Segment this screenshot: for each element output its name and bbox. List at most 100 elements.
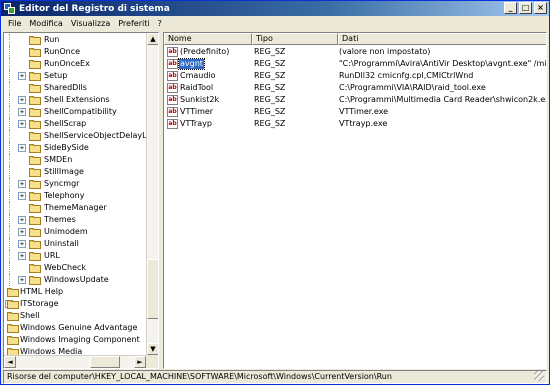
tree-horizontal-scroll-thumb[interactable]: [90, 356, 120, 368]
scroll-left-arrow-icon[interactable]: ◄: [4, 356, 16, 368]
tree-item[interactable]: ShellServiceObjectDelayLoad: [4, 130, 146, 142]
tree-item-label: ShellServiceObjectDelayLoad: [44, 131, 146, 140]
menu-visualizza[interactable]: Visualizza: [67, 19, 114, 28]
value-row[interactable]: ab VTTimer REG_SZ VTTimer.exe: [164, 106, 546, 118]
folder-icon: [7, 312, 19, 321]
menu-help[interactable]: ?: [154, 19, 166, 28]
expand-plus-icon[interactable]: +: [18, 108, 26, 116]
tree-guide-line: [9, 202, 10, 214]
tree-item[interactable]: Windows Media: [4, 346, 146, 355]
tree-item[interactable]: StillImage: [4, 166, 146, 178]
expand-plus-icon[interactable]: +: [18, 228, 26, 236]
maximize-button[interactable]: □: [519, 2, 532, 14]
value-row[interactable]: ab avgnt REG_SZ "C:\Programmi\Avira\AntiVir…: [164, 58, 546, 70]
tree-item[interactable]: + Syncmgr: [4, 178, 146, 190]
minimize-button[interactable]: _: [504, 2, 517, 14]
scroll-right-arrow-icon[interactable]: ►: [134, 356, 146, 368]
value-name[interactable]: VTTrayp: [179, 119, 213, 129]
tree-item[interactable]: RunOnceEx: [4, 58, 146, 70]
value-name[interactable]: VTTimer: [179, 107, 214, 117]
scroll-up-arrow-icon[interactable]: ▲: [147, 33, 158, 45]
tree-item[interactable]: + ShellCompatibility: [4, 106, 146, 118]
title-bar[interactable]: Editor del Registro di sistema _ □ ×: [1, 1, 549, 16]
tree-item[interactable]: + ShellScrap: [4, 118, 146, 130]
tree-item[interactable]: WebCheck: [4, 262, 146, 274]
tree-item-label: WindowsUpdate: [44, 275, 109, 284]
regedit-app-icon: [4, 3, 15, 14]
value-data: C:\Programmi\Multimedia Card Reader\shwi…: [339, 95, 547, 104]
value-row[interactable]: ab Sunkist2k REG_SZ C:\Programmi\Multimedia…: [164, 94, 547, 106]
tree-item[interactable]: + WindowsUpdate: [4, 274, 146, 286]
folder-icon: [29, 132, 41, 141]
tree-item[interactable]: ThemeManager: [4, 202, 146, 214]
scroll-down-arrow-icon[interactable]: ▼: [147, 343, 158, 355]
value-name[interactable]: RaidTool: [179, 83, 214, 93]
expand-plus-icon[interactable]: +: [18, 276, 26, 284]
tree-guide-line: [9, 226, 10, 238]
tree-item-label: HTML Help: [20, 287, 64, 296]
folder-icon: [29, 252, 41, 261]
key-tree-pane: Run RunOnce RunOnceEx + Setup SharedDlls + Shel…: [3, 32, 159, 369]
value-row[interactable]: ab VTTrayp REG_SZ VTtrayp.exe: [164, 118, 546, 130]
folder-icon: [29, 192, 41, 201]
tree-item[interactable]: + Setup: [4, 70, 146, 82]
value-name[interactable]: Sunkist2k: [179, 95, 220, 105]
menu-file[interactable]: File: [4, 19, 25, 28]
value-row[interactable]: ab Cmaudio REG_SZ RunDll32 cmicnfg.cpl,CMIC…: [164, 70, 546, 82]
tree-item[interactable]: RunOnce: [4, 46, 146, 58]
tree-item[interactable]: Windows Imaging Component: [4, 334, 146, 346]
tree-item-label: Unimodem: [44, 227, 88, 236]
expand-plus-icon[interactable]: +: [18, 180, 26, 188]
value-name[interactable]: avgnt: [178, 58, 205, 70]
tree-item-label: SharedDlls: [44, 83, 87, 92]
tree-vertical-scroll-thumb[interactable]: [147, 259, 158, 319]
value-name[interactable]: Cmaudio: [179, 71, 217, 81]
menu-modifica[interactable]: Modifica: [25, 19, 66, 28]
column-header-type[interactable]: Tipo: [252, 33, 338, 45]
tree-item[interactable]: + Telephony: [4, 190, 146, 202]
tree-item[interactable]: Run: [4, 34, 146, 46]
value-data: VTTimer.exe: [339, 107, 389, 116]
tree-item[interactable]: +ITStorage: [4, 298, 146, 310]
tree-item[interactable]: SMDEn: [4, 154, 146, 166]
tree-item[interactable]: + Shell Extensions: [4, 94, 146, 106]
string-value-icon: ab: [167, 59, 178, 69]
column-header-data[interactable]: Dati: [338, 33, 546, 45]
column-header-name[interactable]: Nome: [164, 33, 252, 45]
tree-item[interactable]: Shell: [4, 310, 146, 322]
expand-plus-icon[interactable]: +: [18, 72, 26, 80]
value-type: REG_SZ: [254, 59, 286, 68]
resize-grip-icon[interactable]: [534, 371, 544, 381]
expand-plus-icon[interactable]: +: [18, 192, 26, 200]
value-row[interactable]: ab (Predefinito) REG_SZ (valore non imposta…: [164, 46, 546, 58]
tree-guide-line: [9, 106, 10, 118]
expand-plus-icon[interactable]: +: [18, 120, 26, 128]
close-button[interactable]: ×: [534, 2, 547, 14]
tree-item[interactable]: + SideBySide: [4, 142, 146, 154]
tree-item[interactable]: Windows Genuine Advantage: [4, 322, 146, 334]
tree-item-label: Telephony: [44, 191, 85, 200]
expand-plus-icon[interactable]: +: [18, 240, 26, 248]
expand-plus-icon[interactable]: +: [18, 216, 26, 224]
tree-guide-line: [9, 34, 10, 46]
expand-plus-icon[interactable]: +: [18, 252, 26, 260]
value-row[interactable]: ab RaidTool REG_SZ C:\Programmi\VIA\RAID\ra…: [164, 82, 546, 94]
tree-horizontal-scrollbar[interactable]: ◄ ►: [4, 355, 146, 368]
folder-icon: [29, 120, 41, 129]
tree-item-label: WebCheck: [44, 263, 87, 272]
tree-item[interactable]: + URL: [4, 250, 146, 262]
folder-icon: [29, 276, 41, 285]
tree-item[interactable]: SharedDlls: [4, 82, 146, 94]
tree-item-label: Uninstall: [44, 239, 79, 248]
menu-preferiti[interactable]: Preferiti: [114, 19, 153, 28]
key-tree: Run RunOnce RunOnceEx + Setup SharedDlls + Shel…: [4, 33, 146, 355]
value-name[interactable]: (Predefinito): [179, 47, 230, 57]
expand-plus-icon[interactable]: +: [18, 96, 26, 104]
value-type: REG_SZ: [254, 119, 286, 128]
expand-plus-icon[interactable]: +: [18, 144, 26, 152]
tree-vertical-scrollbar[interactable]: ▲ ▼: [146, 33, 158, 355]
tree-item[interactable]: HTML Help: [4, 286, 146, 298]
tree-item[interactable]: + Uninstall: [4, 238, 146, 250]
tree-item[interactable]: + Unimodem: [4, 226, 146, 238]
tree-item[interactable]: + Themes: [4, 214, 146, 226]
